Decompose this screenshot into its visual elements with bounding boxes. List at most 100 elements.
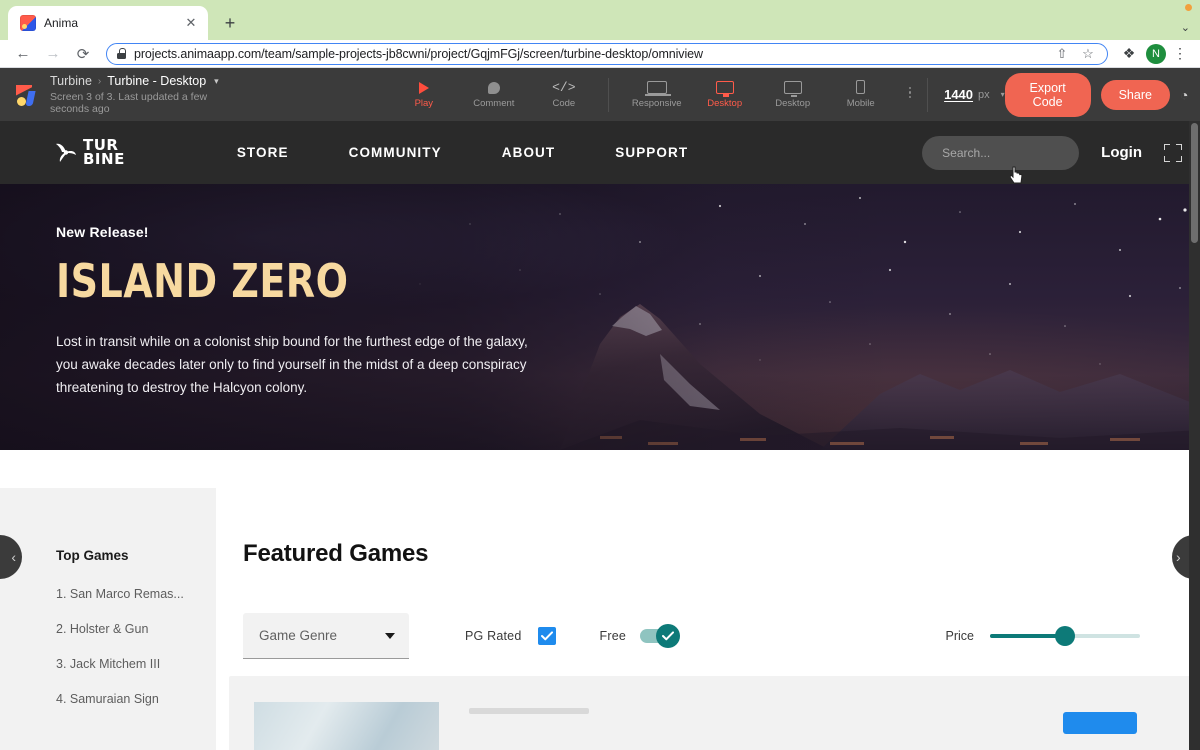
site-logo-wordmark: TUR BINE <box>83 139 125 167</box>
free-label: Free <box>600 629 627 643</box>
pg-rated-label: PG Rated <box>465 629 522 643</box>
reload-button[interactable]: ⟳ <box>70 41 96 67</box>
hero-banner: New Release! ISLAND ZERO Lost in transit… <box>0 184 1200 450</box>
toolbar-divider <box>608 78 609 112</box>
comment-label: Comment <box>473 98 514 109</box>
forward-button[interactable]: → <box>40 41 66 67</box>
design-preview-canvas: TUR BINE STORE COMMUNITY ABOUT SUPPORT L… <box>0 121 1200 750</box>
price-slider-thumb[interactable] <box>1055 626 1075 646</box>
price-label: Price <box>946 629 974 643</box>
address-bar-url: projects.animaapp.com/team/sample-projec… <box>134 47 1045 61</box>
chevron-down-icon[interactable]: ▾ <box>214 76 219 87</box>
breadcrumb-project[interactable]: Turbine - Desktop <box>107 74 206 88</box>
hero-content: New Release! ISLAND ZERO Lost in transit… <box>0 184 1200 400</box>
free-toggle[interactable] <box>640 629 674 643</box>
price-filter: Price <box>946 629 1140 643</box>
site-logo[interactable]: TUR BINE <box>55 139 125 167</box>
canvas-width-value[interactable]: 1440 <box>944 87 973 102</box>
comment-button[interactable]: Comment <box>470 80 518 109</box>
bookmark-star-icon[interactable]: ☆ <box>1079 45 1097 63</box>
share-icon[interactable]: ⇧ <box>1053 45 1071 63</box>
preview-scrollbar[interactable] <box>1189 121 1200 750</box>
browser-menu-icon[interactable]: ⋮ <box>1170 44 1190 64</box>
address-bar[interactable]: projects.animaapp.com/team/sample-projec… <box>106 43 1108 65</box>
expand-icon[interactable] <box>1164 144 1182 162</box>
game-card[interactable] <box>229 676 1197 750</box>
desktop-monitor-icon <box>716 81 734 94</box>
project-status-text: Screen 3 of 3. Last updated a few second… <box>50 91 245 115</box>
export-code-button[interactable]: Export Code <box>1005 73 1091 117</box>
logo-line-2: BINE <box>83 153 125 167</box>
hero-kicker: New Release! <box>56 224 1200 240</box>
play-button[interactable]: Play <box>400 80 448 109</box>
pg-rated-checkbox[interactable] <box>538 627 556 645</box>
game-genre-select-label: Game Genre <box>259 628 337 643</box>
top-games-rail: Top Games 1. San Marco Remas... 2. Holst… <box>0 488 216 750</box>
search-box[interactable] <box>922 136 1079 170</box>
device-desktop-small[interactable]: Desktop <box>767 81 819 109</box>
price-slider[interactable] <box>990 634 1140 638</box>
new-tab-button[interactable]: + <box>216 9 244 37</box>
browser-tab[interactable]: Anima ✕ <box>8 6 208 40</box>
browser-toolbar: ← → ⟳ projects.animaapp.com/team/sample-… <box>0 40 1200 68</box>
filter-bar: Game Genre PG Rated Free <box>243 613 1140 659</box>
device-desktop-large[interactable]: Desktop <box>699 81 751 109</box>
lock-icon <box>117 48 126 59</box>
close-icon[interactable]: ✕ <box>182 14 200 32</box>
breadcrumb: Turbine › Turbine - Desktop ▾ Screen 3 o… <box>50 74 245 115</box>
mobile-phone-icon <box>856 80 865 94</box>
more-options-icon[interactable] <box>909 87 912 99</box>
profile-avatar[interactable]: N <box>1146 44 1166 64</box>
game-card-action-button[interactable] <box>1063 712 1137 734</box>
nav-link-about[interactable]: ABOUT <box>472 145 586 160</box>
share-button[interactable]: Share <box>1101 80 1170 110</box>
site-nav-links: STORE COMMUNITY ABOUT SUPPORT <box>207 145 718 160</box>
window-controls: ⌄ <box>1181 21 1190 34</box>
code-brackets-icon: </> <box>552 80 575 95</box>
back-button[interactable]: ← <box>10 41 36 67</box>
device-responsive-label: Responsive <box>632 98 682 109</box>
list-item[interactable]: 4. Samuraian Sign <box>56 692 216 706</box>
device-desktop-large-label: Desktop <box>707 98 742 109</box>
toggle-knob <box>656 624 680 648</box>
list-item[interactable]: 3. Jack Mitchem III <box>56 657 216 671</box>
nav-link-community[interactable]: COMMUNITY <box>319 145 472 160</box>
hero-title: ISLAND ZERO <box>56 254 1108 308</box>
scrollbar-thumb[interactable] <box>1191 123 1198 243</box>
search-input[interactable] <box>942 146 1059 160</box>
top-games-title: Top Games <box>56 548 216 563</box>
page-title: Featured Games <box>243 540 1140 568</box>
desktop-monitor-icon <box>784 81 802 94</box>
game-genre-select[interactable]: Game Genre <box>243 613 409 659</box>
extensions-puzzle-icon[interactable]: ❖ <box>1118 43 1140 65</box>
list-item[interactable]: 1. San Marco Remas... <box>56 587 216 601</box>
browser-tab-title: Anima <box>44 16 174 30</box>
breadcrumb-team[interactable]: Turbine <box>50 74 92 88</box>
site-nav-right: Login <box>922 136 1182 170</box>
device-desktop-small-label: Desktop <box>775 98 810 109</box>
chevron-down-icon[interactable]: ⌄ <box>1181 21 1190 34</box>
device-mobile[interactable]: Mobile <box>835 80 887 109</box>
device-responsive[interactable]: Responsive <box>631 81 683 109</box>
canvas-width-control[interactable]: 1440 px ▾ <box>944 87 1005 102</box>
turbine-fan-icon <box>55 141 77 165</box>
game-card-thumbnail <box>254 702 439 750</box>
code-label: Code <box>552 98 575 109</box>
chevron-down-icon <box>385 633 395 639</box>
breadcrumb-separator: › <box>98 76 101 87</box>
nav-link-support[interactable]: SUPPORT <box>585 145 718 160</box>
hero-description: Lost in transit while on a colonist ship… <box>56 330 536 400</box>
browser-tab-strip: Anima ✕ + ⌄ <box>0 0 1200 40</box>
anima-logo-icon[interactable] <box>16 84 38 106</box>
mouse-cursor <box>1010 166 1026 184</box>
lower-section: Top Games 1. San Marco Remas... 2. Holst… <box>0 488 1200 750</box>
game-card-text-placeholder <box>469 708 589 714</box>
play-label: Play <box>415 98 433 109</box>
login-link[interactable]: Login <box>1101 144 1142 161</box>
list-item[interactable]: 2. Holster & Gun <box>56 622 216 636</box>
free-filter: Free <box>600 629 675 643</box>
featured-games-section: Featured Games Game Genre PG Rated Free <box>216 488 1200 750</box>
nav-link-store[interactable]: STORE <box>207 145 319 160</box>
help-icon[interactable]: ◔ <box>1180 87 1190 103</box>
code-button[interactable]: </> Code <box>540 80 588 109</box>
